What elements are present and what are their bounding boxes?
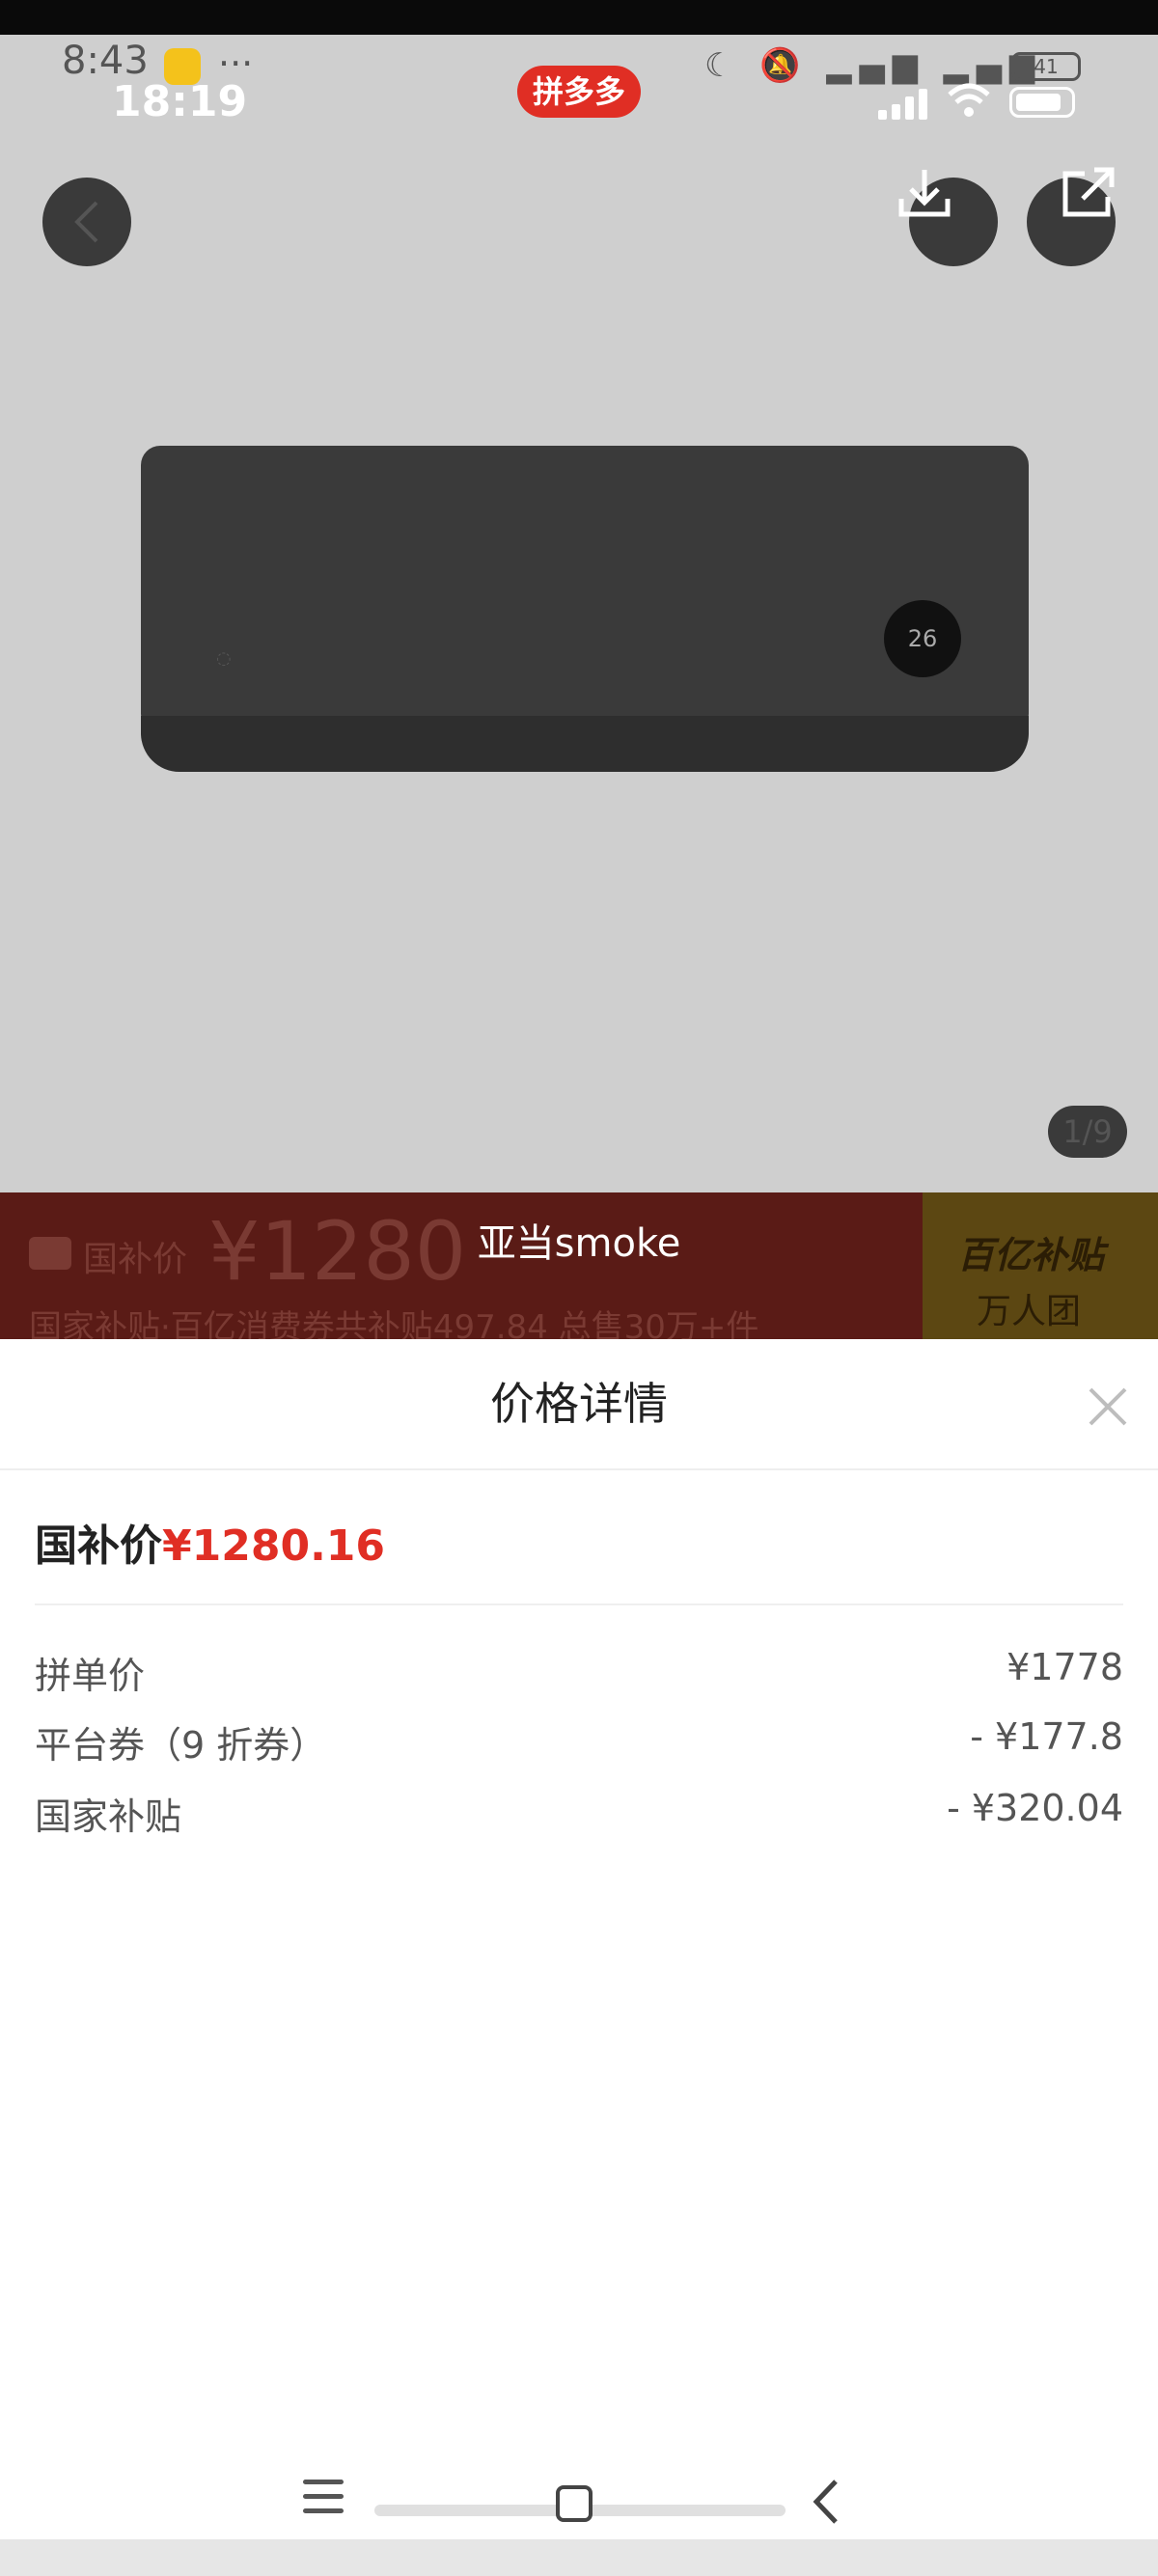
home-icon[interactable] [556, 2485, 593, 2522]
bottom-strip [0, 2539, 1158, 2576]
price-row-label: 拼单价 [35, 1655, 146, 1697]
signal-icon [878, 89, 930, 120]
ac-base [141, 716, 1029, 772]
menu-icon[interactable] [303, 2480, 344, 2514]
overlay-caption: 亚当smoke [477, 1221, 681, 1266]
back-icon[interactable] [811, 2478, 841, 2526]
top-black-bar [0, 0, 1158, 35]
download-icon[interactable] [894, 164, 955, 222]
banner-subsidy-text: 国家补贴·百亿消费券共补贴497.84 总售30万+件 [29, 1308, 759, 1339]
price-row-label: 国家补贴 [35, 1795, 182, 1838]
price-row-value: ¥1778 [1006, 1646, 1123, 1688]
close-icon[interactable] [1083, 1382, 1133, 1432]
share-icon[interactable] [1058, 164, 1119, 222]
product-image-air-conditioner[interactable]: ◌ 26 [141, 446, 1029, 774]
price-row: 国家补贴 - ¥320.04 [35, 1787, 1123, 1845]
app-badge: 拼多多 [517, 66, 641, 118]
chevron-left-icon [74, 201, 98, 243]
battery-secondary-icon: 41 [1011, 52, 1081, 81]
brand-logo-icon: ◌ [216, 648, 232, 669]
subsidy-badge-sub: 万人团 [977, 1292, 1082, 1331]
summary-label: 国补价 [35, 1521, 162, 1571]
system-status-icons: ☾ 🔕 ▂▄▆ ▂▄▆ [704, 46, 1043, 85]
ac-body [141, 446, 1029, 726]
sheet-title: 价格详情 [490, 1378, 668, 1430]
product-page-background: 8:43 ··· 18:19 拼多多 ☾ 🔕 ▂▄▆ ▂▄▆ 41 ◌ 26 1… [0, 0, 1158, 1339]
price-row-value: - ¥177.8 [970, 1715, 1123, 1758]
ac-display: 26 [884, 600, 961, 677]
wifi-icon [948, 83, 990, 117]
price-row-label: 平台券（9 折券） [35, 1724, 327, 1767]
image-counter: 1/9 [1048, 1106, 1127, 1158]
status-time: 18:19 [112, 77, 248, 126]
back-button[interactable] [42, 178, 131, 266]
battery-icon [1009, 87, 1075, 118]
summary-price: ¥1280.16 [162, 1521, 386, 1571]
sheet-header: 价格详情 [0, 1339, 1158, 1470]
price-row: 平台券（9 折券） - ¥177.8 [35, 1715, 1123, 1773]
summary-price-line: 国补价¥1280.16 [35, 1511, 385, 1573]
price-detail-sheet: 价格详情 国补价¥1280.16 拼单价 ¥1778 平台券（9 折券） - ¥… [0, 1339, 1158, 2539]
system-nav-bar [0, 2451, 1158, 2539]
divider [35, 1603, 1123, 1605]
price-row: 拼单价 ¥1778 [35, 1646, 1123, 1704]
price-row-value: - ¥320.04 [947, 1787, 1123, 1829]
